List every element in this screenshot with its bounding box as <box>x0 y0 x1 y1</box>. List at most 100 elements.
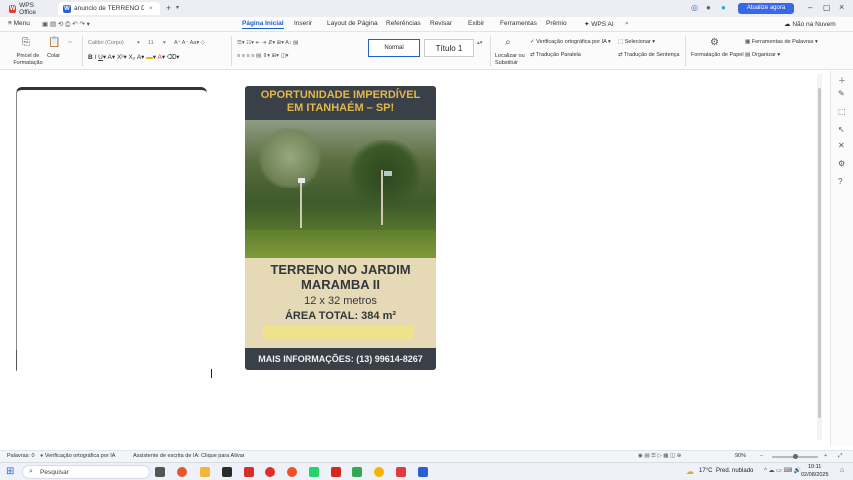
zoom-slider-thumb[interactable] <box>793 454 798 459</box>
text-format-controls[interactable]: B I U▾ A▾ X²▾ X₂ A▾ ▬▾ A▾ ⌫▾ <box>88 53 179 61</box>
view-controls[interactable]: ◉ ▤ ☰ ▷ ▦ ◫ ⊕ <box>638 453 681 459</box>
paste-button[interactable]: Colar <box>47 53 60 59</box>
tab-pagina-inicial[interactable]: Página Inicial <box>242 20 284 29</box>
tab-ferramentas[interactable]: Ferramentas <box>500 20 537 27</box>
browser-icon[interactable] <box>177 467 187 477</box>
pencil-icon[interactable]: ✎ <box>838 89 845 98</box>
account-icon[interactable]: ● <box>721 3 726 12</box>
tree-shape <box>255 128 325 188</box>
chevron-down-icon: ▾ <box>137 40 140 46</box>
taskbar-search[interactable]: ⌕ Pesquisar <box>22 465 150 479</box>
maximize-icon[interactable]: ▢ <box>823 3 831 12</box>
scrollbar-thumb[interactable] <box>818 88 821 418</box>
font-name-select[interactable]: Calibri (Corpo) <box>88 40 124 46</box>
minimize-icon[interactable]: – <box>808 3 812 12</box>
text-cursor <box>211 369 212 378</box>
fence-post <box>381 170 383 225</box>
organize-button[interactable]: ▤ Organizar ▾ <box>745 52 780 58</box>
list-controls[interactable]: ☰▾ ☷▾ ⇤ ⇥ ⇵▾ ⊞▾ A↕ ▤ <box>237 40 298 46</box>
ai-assistant-status[interactable]: Assistente de escrita de IA: Clique para… <box>133 453 245 459</box>
format-painter-button[interactable]: Pincel de Formatação <box>13 53 43 67</box>
new-tab-icon[interactable]: + <box>166 3 171 13</box>
paper-format-button[interactable]: Formatação de Papel <box>691 52 744 58</box>
search-placeholder: Pesquisar <box>40 469 69 476</box>
ai-spellcheck-button[interactable]: ✓ Verificação ortográfica por IA ▾ <box>530 39 611 45</box>
tab-premio[interactable]: Prêmio <box>546 20 567 27</box>
task-view-icon[interactable] <box>155 467 165 477</box>
tab-layout[interactable]: Layout de Página <box>327 20 378 27</box>
tab-wps-ai[interactable]: ✦ WPS AI <box>584 20 614 28</box>
writer-taskbar-icon[interactable] <box>418 467 428 477</box>
styles-scroll-icon[interactable]: ▴▾ <box>477 40 483 46</box>
avatar[interactable]: ● <box>706 3 711 12</box>
find-replace-button[interactable]: Localizar ou Substituir <box>495 53 525 67</box>
select-button[interactable]: ⬚ Selecionar ▾ <box>618 39 655 45</box>
paper-format-icon: ⚙ <box>710 37 719 48</box>
tab-revisar[interactable]: Revisar <box>430 20 452 27</box>
cursor-icon[interactable]: ↖ <box>838 125 845 134</box>
chevron-down-icon[interactable]: ▾ <box>176 4 179 11</box>
parallel-translation-label: Tradução Paralela <box>536 52 581 58</box>
divider <box>685 36 686 66</box>
gmail-icon[interactable] <box>244 467 254 477</box>
whatsapp-icon[interactable] <box>309 467 319 477</box>
security-icon[interactable] <box>222 467 232 477</box>
windows-start-icon[interactable]: ⊞ <box>6 466 14 477</box>
wps-logo-icon: W <box>9 4 17 13</box>
weather-icon[interactable]: ☁ <box>686 467 694 476</box>
alignment-controls[interactable]: ≡ ≡ ≡ ≡ ▤ ⇕▾ ⊞▾ ◫▾ <box>237 53 288 59</box>
drive-icon[interactable] <box>352 467 362 477</box>
style-normal[interactable]: Normal <box>368 39 420 57</box>
help-icon[interactable]: ? <box>838 177 842 186</box>
tab-document[interactable]: W anuncio de TERRENO DO J... × <box>58 2 160 15</box>
text-tools-button[interactable]: ▦ Ferramentas de Palavras ▾ <box>745 39 818 45</box>
sentence-translation-button[interactable]: ⇄ Tradução de Sentença <box>618 52 680 58</box>
search-icon[interactable]: ⌕ <box>625 20 629 28</box>
divider <box>231 36 232 66</box>
tab-wps-office[interactable]: W WPS Office <box>4 2 54 16</box>
app-icon[interactable] <box>287 467 297 477</box>
settings-icon[interactable]: ⚙ <box>838 159 845 168</box>
tab-exibir[interactable]: Exibir <box>468 20 484 27</box>
menu-button[interactable]: ≡ Menu <box>8 20 30 27</box>
spellcheck-toggle[interactable]: ● Verificação ortográfica por IA <box>40 453 115 459</box>
cloud-status[interactable]: ☁ Não na Nuvem <box>784 20 836 28</box>
clock-date: 02/08/2025 <box>801 472 829 478</box>
tab-inserir[interactable]: Inserir <box>294 20 312 27</box>
system-tray-icons[interactable]: ^ ☁ ▭ ⌨ 🔊 <box>764 467 801 474</box>
image-frame-left[interactable] <box>16 87 207 371</box>
weather-temp: 17°C <box>699 468 713 474</box>
close-window-icon[interactable]: × <box>839 2 844 12</box>
font-size-select[interactable]: 11 <box>148 40 154 46</box>
fit-window-icon[interactable]: ⤢ <box>838 453 842 460</box>
font-size-controls[interactable]: A⁺ A⁻ Aa▾ ◇ <box>174 40 205 46</box>
chrome-icon[interactable] <box>374 467 384 477</box>
plus-icon[interactable]: ＋ <box>838 75 846 86</box>
parallel-translation-button[interactable]: ⇄ Tradução Paralela <box>530 52 581 58</box>
tab-referencias[interactable]: Referências <box>386 20 421 27</box>
cut-icon[interactable]: ✂ <box>68 40 73 46</box>
wps-taskbar-icon[interactable] <box>396 467 406 477</box>
close-tab-icon[interactable]: × <box>149 5 153 12</box>
select-icon[interactable]: ⬚ <box>838 107 846 116</box>
opera-icon[interactable] <box>265 467 275 477</box>
file-explorer-icon[interactable] <box>200 467 210 477</box>
zoom-in-icon[interactable]: + <box>824 453 827 459</box>
zoom-out-icon[interactable]: – <box>760 453 763 459</box>
pdf-reader-icon[interactable] <box>331 467 341 477</box>
highlight-band <box>263 326 413 340</box>
quick-access-toolbar[interactable]: ▣ ▤ ⟲ ⎙ ↶ ↷ ▾ <box>42 20 90 29</box>
tools-icon[interactable]: ✕ <box>838 141 845 150</box>
word-count[interactable]: Palavras: 0 <box>7 453 35 459</box>
cloud-sync-icon[interactable]: ◎ <box>691 3 698 12</box>
zoom-level[interactable]: 90% <box>735 453 746 459</box>
upgrade-button[interactable]: Atualize agora <box>738 3 794 14</box>
notification-icon[interactable]: ⌂ <box>840 467 844 474</box>
document-icon: W <box>63 4 71 13</box>
divider <box>82 36 83 66</box>
flyer-area: ÁREA TOTAL: 384 m² <box>284 310 397 322</box>
flyer-image[interactable]: OPORTUNIDADE IMPERDÍVEL EM ITANHAÉM – SP… <box>245 86 436 370</box>
sign-plate <box>384 171 392 176</box>
style-heading-1[interactable]: Título 1 <box>424 39 474 57</box>
right-tool-panel: ＋ ✎ ⬚ ↖ ✕ ⚙ ? <box>830 71 853 445</box>
